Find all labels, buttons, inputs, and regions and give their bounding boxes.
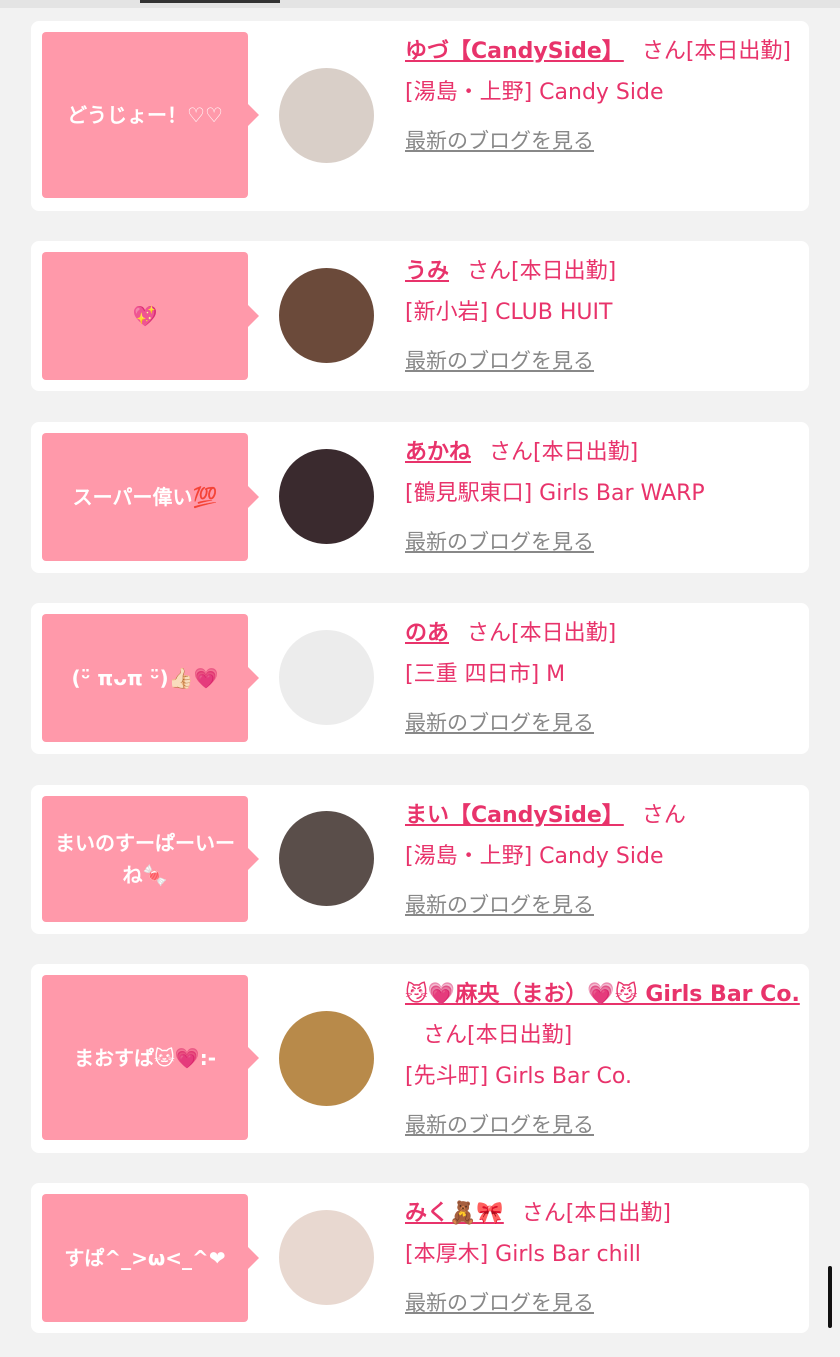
cast-status: さん[本日出勤]	[423, 1023, 573, 1048]
cast-name-link[interactable]: みく🧸🎀	[405, 1201, 504, 1226]
avatar[interactable]	[279, 68, 374, 163]
cast-name-link[interactable]: あかね	[405, 440, 471, 465]
list-item: すぱ^_>ω<_^❤ みく🧸🎀 さん[本日出勤] [本厚木] Girls Bar …	[31, 1183, 809, 1333]
comment-bubble: スーパー偉い💯	[42, 433, 248, 561]
shop-label: [本厚木] Girls Bar chill	[405, 1242, 641, 1267]
shop-label: [三重 四日市] M	[405, 662, 566, 687]
comment-bubble: 💖	[42, 252, 248, 380]
latest-blog-link[interactable]: 最新のブログを見る	[405, 1283, 805, 1324]
latest-blog-link[interactable]: 最新のブログを見る	[405, 121, 805, 162]
scrollbar-thumb[interactable]	[828, 1266, 832, 1328]
cast-name-link[interactable]: のあ	[405, 621, 449, 646]
comment-bubble: (ᵕ̈ πᴗπ ᵕ̈)👍🏻💗	[42, 614, 248, 742]
comment-bubble: どうじょー！♡♡	[42, 32, 248, 198]
shop-label: [鶴見駅東口] Girls Bar WARP	[405, 481, 705, 506]
avatar[interactable]	[279, 449, 374, 544]
latest-blog-link[interactable]: 最新のブログを見る	[405, 1105, 805, 1146]
list-item: まいのすーぱーいーね🍬 まい【CandySide】 さん [湯島・上野] Cand…	[31, 785, 809, 934]
list-item: まおすぱ🐱💗:- 😼💗麻央（まお）💗😼 Girls Bar Co. さん[本日出勤…	[31, 964, 809, 1153]
comment-bubble: すぱ^_>ω<_^❤	[42, 1194, 248, 1322]
shop-label: [湯島・上野] Candy Side	[405, 844, 664, 869]
cast-name-link[interactable]: うみ	[405, 259, 449, 284]
avatar[interactable]	[279, 811, 374, 906]
shop-label: [新小岩] CLUB HUIT	[405, 300, 613, 325]
cast-status: さん[本日出勤]	[521, 1201, 671, 1226]
avatar[interactable]	[279, 630, 374, 725]
cast-status: さん[本日出勤]	[467, 621, 617, 646]
cast-name-link[interactable]: ゆづ【CandySide】	[405, 39, 624, 64]
cast-status: さん[本日出勤]	[641, 39, 791, 64]
cast-status: さん[本日出勤]	[489, 440, 639, 465]
list-item: (ᵕ̈ πᴗπ ᵕ̈)👍🏻💗 のあ さん[本日出勤] [三重 四日市] M 最新の…	[31, 603, 809, 754]
shop-label: [先斗町] Girls Bar Co.	[405, 1064, 632, 1089]
latest-blog-link[interactable]: 最新のブログを見る	[405, 885, 805, 926]
list-item: 💖 うみ さん[本日出勤] [新小岩] CLUB HUIT 最新のブログを見る	[31, 241, 809, 391]
avatar[interactable]	[279, 1210, 374, 1305]
shop-label: [湯島・上野] Candy Side	[405, 80, 664, 105]
comment-bubble: まいのすーぱーいーね🍬	[42, 796, 248, 922]
cast-status: さん	[641, 803, 686, 828]
avatar[interactable]	[279, 1011, 374, 1106]
cast-name-link[interactable]: 😼💗麻央（まお）💗😼 Girls Bar Co.	[405, 982, 800, 1007]
cast-name-link[interactable]: まい【CandySide】	[405, 803, 624, 828]
list-item: スーパー偉い💯 あかね さん[本日出勤] [鶴見駅東口] Girls Bar WA…	[31, 422, 809, 573]
comment-bubble: まおすぱ🐱💗:-	[42, 975, 248, 1140]
latest-blog-link[interactable]: 最新のブログを見る	[405, 522, 805, 563]
cast-status: さん[本日出勤]	[467, 259, 617, 284]
active-tab-indicator	[140, 0, 280, 3]
list-item: どうじょー！♡♡ ゆづ【CandySide】 さん[本日出勤] [湯島・上野] C…	[31, 21, 809, 211]
avatar[interactable]	[279, 268, 374, 363]
latest-blog-link[interactable]: 最新のブログを見る	[405, 341, 805, 382]
top-tab-bar	[0, 0, 840, 8]
latest-blog-link[interactable]: 最新のブログを見る	[405, 703, 805, 744]
